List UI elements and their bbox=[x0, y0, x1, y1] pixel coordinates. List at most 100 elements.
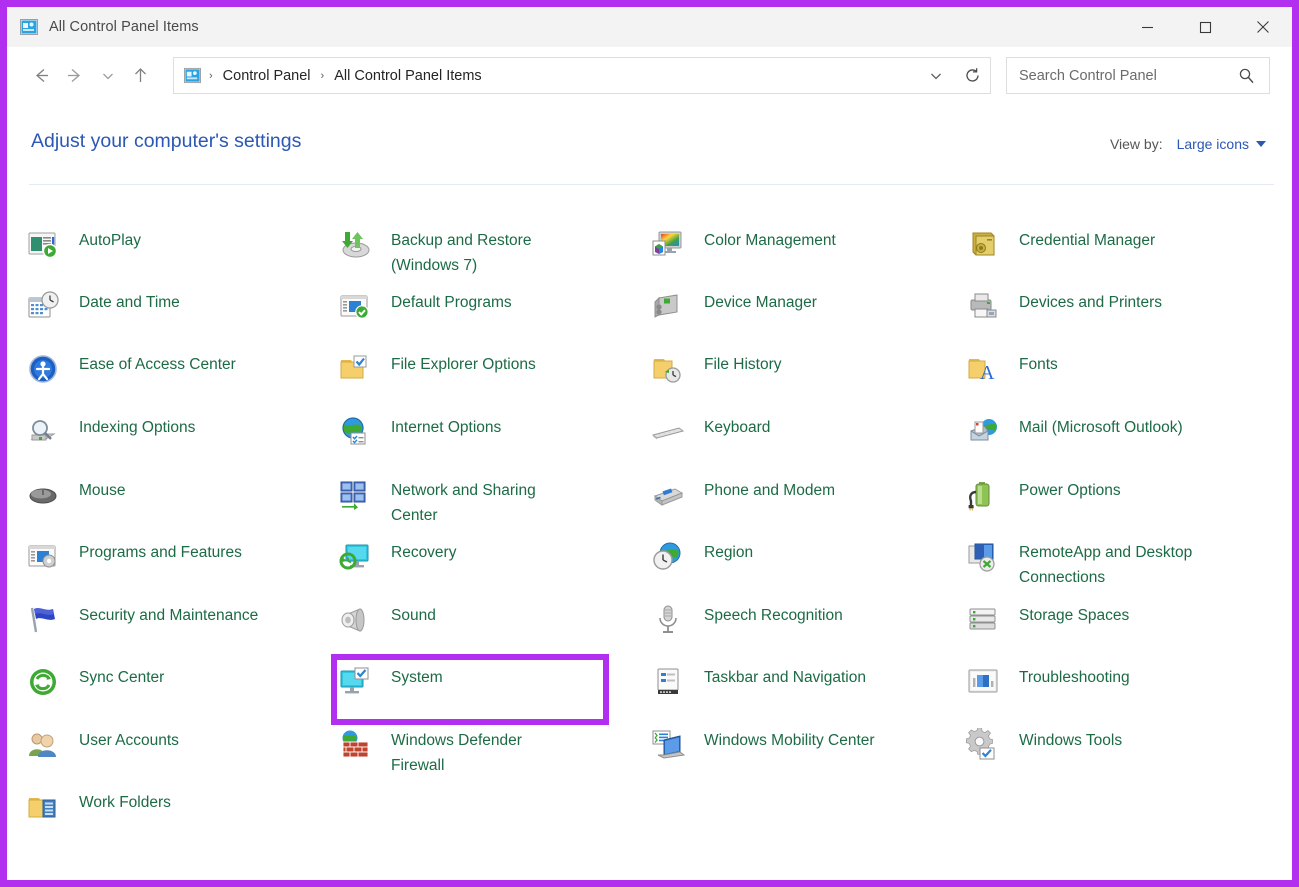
search-icon[interactable] bbox=[1238, 67, 1255, 84]
cp-item-remoteapp-and-desktop-connections[interactable]: RemoteApp and Desktop Connections bbox=[965, 537, 1295, 599]
date-and-time-icon bbox=[25, 289, 61, 325]
cp-item-taskbar-and-navigation[interactable]: Taskbar and Navigation bbox=[650, 662, 960, 724]
minimize-button[interactable] bbox=[1118, 7, 1176, 47]
cp-item-windows-tools[interactable]: Windows Tools bbox=[965, 725, 1295, 787]
control-panel-items-grid: AutoPlay bbox=[7, 189, 1292, 880]
internet-options-icon bbox=[337, 414, 373, 450]
cp-item-credential-manager[interactable]: Credential Manager bbox=[965, 225, 1295, 287]
cp-item-indexing-options[interactable]: Indexing Options bbox=[25, 412, 335, 474]
cp-item-devices-and-printers[interactable]: Devices and Printers bbox=[965, 287, 1295, 349]
cp-item-keyboard[interactable]: Keyboard bbox=[650, 412, 960, 474]
cp-item-storage-spaces[interactable]: Storage Spaces bbox=[965, 600, 1295, 662]
cp-item-system[interactable]: System bbox=[337, 662, 647, 724]
refresh-icon[interactable] bbox=[954, 58, 990, 93]
cp-item-label: Color Management bbox=[704, 228, 836, 253]
cp-item-label: Network and Sharing Center bbox=[391, 478, 536, 528]
back-button[interactable] bbox=[25, 59, 58, 92]
address-dropdown-chevron-down-icon[interactable] bbox=[918, 58, 954, 93]
forward-button[interactable] bbox=[58, 59, 91, 92]
file-history-icon bbox=[650, 351, 686, 387]
cp-item-windows-mobility-center[interactable]: Windows Mobility Center bbox=[650, 725, 960, 787]
cp-item-windows-defender-firewall[interactable]: Windows Defender Firewall bbox=[337, 725, 647, 787]
cp-item-mail[interactable]: Mail (Microsoft Outlook) bbox=[965, 412, 1295, 474]
maximize-button[interactable] bbox=[1176, 7, 1234, 47]
cp-item-ease-of-access-center[interactable]: Ease of Access Center bbox=[25, 349, 335, 411]
cp-item-power-options[interactable]: Power Options bbox=[965, 475, 1295, 537]
cp-item-recovery[interactable]: Recovery bbox=[337, 537, 647, 599]
cp-item-label: Default Programs bbox=[391, 290, 512, 315]
sync-center-icon bbox=[25, 664, 61, 700]
cp-item-label: File Explorer Options bbox=[391, 352, 536, 377]
phone-and-modem-icon bbox=[650, 477, 686, 513]
cp-item-mouse[interactable]: Mouse bbox=[25, 475, 335, 537]
autoplay-icon bbox=[25, 227, 61, 263]
cp-item-work-folders[interactable]: Work Folders bbox=[25, 787, 335, 849]
recent-locations-chevron-down-icon[interactable] bbox=[91, 59, 124, 92]
cp-item-sound[interactable]: Sound bbox=[337, 600, 647, 662]
cp-item-device-manager[interactable]: Device Manager bbox=[650, 287, 960, 349]
cp-item-phone-and-modem[interactable]: Phone and Modem bbox=[650, 475, 960, 537]
windows-tools-icon bbox=[965, 727, 1001, 763]
cp-item-security-and-maintenance[interactable]: Security and Maintenance bbox=[25, 600, 335, 662]
cp-item-date-and-time[interactable]: Date and Time bbox=[25, 287, 335, 349]
title-bar: All Control Panel Items bbox=[7, 7, 1292, 47]
cp-item-label: Work Folders bbox=[79, 790, 171, 815]
cp-item-fonts[interactable]: A Fonts bbox=[965, 349, 1295, 411]
cp-item-label: Taskbar and Navigation bbox=[704, 665, 866, 690]
view-by-value: Large icons bbox=[1177, 136, 1249, 152]
cp-item-label: Phone and Modem bbox=[704, 478, 835, 503]
windows-defender-firewall-icon bbox=[337, 727, 373, 763]
cp-item-label: Security and Maintenance bbox=[79, 603, 258, 628]
cp-item-label: Windows Defender Firewall bbox=[391, 728, 522, 778]
search-box[interactable] bbox=[1006, 57, 1270, 94]
cp-item-label: Date and Time bbox=[79, 290, 180, 315]
cp-item-label: Sync Center bbox=[79, 665, 164, 690]
cp-item-region[interactable]: Region bbox=[650, 537, 960, 599]
device-manager-icon bbox=[650, 289, 686, 325]
cp-item-file-explorer-options[interactable]: File Explorer Options bbox=[337, 349, 647, 411]
cp-item-backup-and-restore[interactable]: Backup and Restore (Windows 7) bbox=[337, 225, 647, 287]
file-explorer-options-icon bbox=[337, 351, 373, 387]
view-by-label: View by: bbox=[1110, 136, 1163, 152]
control-panel-window: All Control Panel Items bbox=[0, 0, 1299, 887]
cp-item-default-programs[interactable]: Default Programs bbox=[337, 287, 647, 349]
mouse-icon bbox=[25, 477, 61, 513]
search-input[interactable] bbox=[1019, 68, 1219, 84]
address-bar[interactable]: › Control Panel › All Control Panel Item… bbox=[173, 57, 991, 94]
cp-item-label: Power Options bbox=[1019, 478, 1121, 503]
breadcrumb-item-control-panel[interactable]: Control Panel bbox=[221, 68, 313, 84]
breadcrumb-separator: › bbox=[313, 70, 333, 82]
color-management-icon bbox=[650, 227, 686, 263]
page-title: Adjust your computer's settings bbox=[31, 130, 301, 153]
backup-and-restore-icon bbox=[337, 227, 373, 263]
user-accounts-icon bbox=[25, 727, 61, 763]
cp-item-label: Backup and Restore (Windows 7) bbox=[391, 228, 531, 278]
cp-item-sync-center[interactable]: Sync Center bbox=[25, 662, 335, 724]
cp-item-troubleshooting[interactable]: Troubleshooting bbox=[965, 662, 1295, 724]
cp-item-internet-options[interactable]: Internet Options bbox=[337, 412, 647, 474]
close-button[interactable] bbox=[1234, 7, 1292, 47]
fonts-icon: A bbox=[965, 351, 1001, 387]
speech-recognition-icon bbox=[650, 602, 686, 638]
cp-item-color-management[interactable]: Color Management bbox=[650, 225, 960, 287]
cp-item-user-accounts[interactable]: User Accounts bbox=[25, 725, 335, 787]
cp-item-label: System bbox=[391, 665, 443, 690]
cp-item-speech-recognition[interactable]: Speech Recognition bbox=[650, 600, 960, 662]
cp-item-file-history[interactable]: File History bbox=[650, 349, 960, 411]
indexing-options-icon bbox=[25, 414, 61, 450]
control-panel-icon bbox=[20, 18, 38, 36]
view-by-dropdown[interactable]: Large icons bbox=[1177, 136, 1266, 152]
credential-manager-icon bbox=[965, 227, 1001, 263]
window-title: All Control Panel Items bbox=[49, 19, 199, 35]
cp-item-network-and-sharing-center[interactable]: Network and Sharing Center bbox=[337, 475, 647, 537]
cp-item-programs-and-features[interactable]: Programs and Features bbox=[25, 537, 335, 599]
up-button[interactable] bbox=[124, 59, 157, 92]
taskbar-and-navigation-icon bbox=[650, 664, 686, 700]
cp-item-label: Internet Options bbox=[391, 415, 501, 440]
mail-icon bbox=[965, 414, 1001, 450]
cp-item-autoplay[interactable]: AutoPlay bbox=[25, 225, 335, 287]
cp-item-label: Sound bbox=[391, 603, 436, 628]
breadcrumb-item-all-control-panel-items[interactable]: All Control Panel Items bbox=[332, 68, 483, 84]
recovery-icon bbox=[337, 539, 373, 575]
cp-item-label: AutoPlay bbox=[79, 228, 141, 253]
